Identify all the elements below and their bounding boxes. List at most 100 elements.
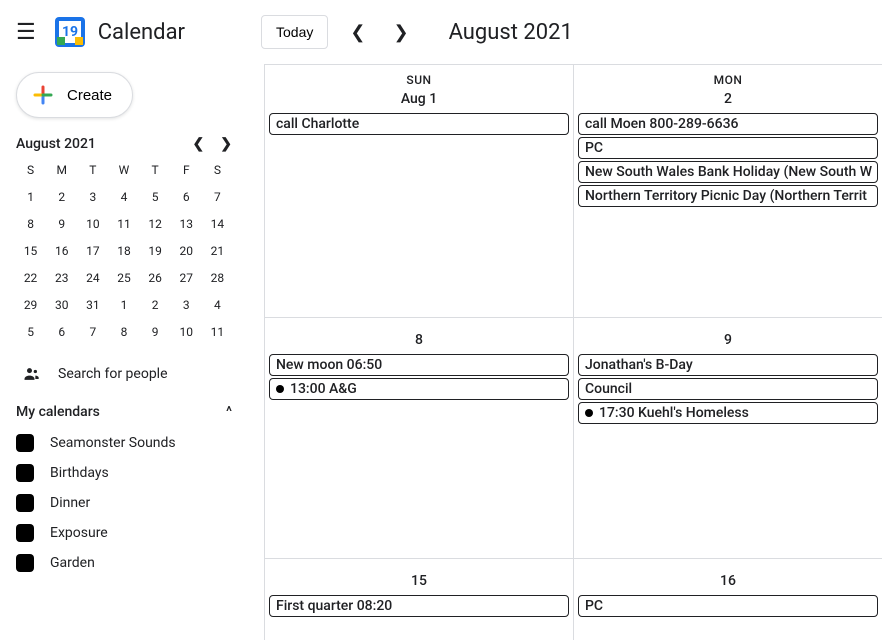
calendar-checkbox[interactable]: [16, 524, 34, 542]
mini-day[interactable]: 20: [172, 241, 201, 261]
day-cell[interactable]: MON2call Moen 800-289-6636PCNew South Wa…: [573, 65, 882, 317]
my-calendars-header[interactable]: My calendars ^: [16, 404, 232, 420]
mini-day[interactable]: 1: [109, 295, 138, 315]
mini-day[interactable]: 4: [109, 187, 138, 207]
mini-day[interactable]: 6: [47, 322, 76, 342]
calendar-item[interactable]: Birthdays: [16, 458, 232, 488]
mini-day[interactable]: 24: [78, 268, 107, 288]
mini-day[interactable]: 26: [141, 268, 170, 288]
mini-dow: S: [203, 160, 232, 180]
current-month-title: August 2021: [449, 20, 573, 45]
day-number[interactable]: 8: [269, 332, 569, 348]
mini-day[interactable]: 5: [141, 187, 170, 207]
calendar-event[interactable]: New moon 06:50: [269, 354, 569, 376]
mini-day[interactable]: 31: [78, 295, 107, 315]
calendar-item[interactable]: Dinner: [16, 488, 232, 518]
day-number[interactable]: 15: [269, 573, 569, 589]
calendar-event[interactable]: Council: [578, 378, 878, 400]
prev-period-button[interactable]: ❮: [344, 16, 371, 49]
day-number[interactable]: 16: [578, 573, 878, 589]
mini-day[interactable]: 1: [16, 187, 45, 207]
mini-day[interactable]: 23: [47, 268, 76, 288]
mini-next-button[interactable]: ❯: [220, 136, 232, 152]
header: ☰ 19 Calendar Today ❮ ❯ August 2021: [0, 0, 882, 64]
mini-day[interactable]: 17: [78, 241, 107, 261]
app-title: Calendar: [98, 20, 185, 45]
calendar-item[interactable]: Exposure: [16, 518, 232, 548]
mini-day[interactable]: 29: [16, 295, 45, 315]
day-cell[interactable]: 8 New moon 06:5013:00 A&G: [264, 318, 573, 558]
mini-prev-button[interactable]: ❮: [193, 136, 205, 152]
calendar-event[interactable]: First quarter 08:20: [269, 595, 569, 617]
day-cell[interactable]: 15 First quarter 08:20: [264, 559, 573, 640]
mini-day[interactable]: 27: [172, 268, 201, 288]
calendar-event[interactable]: Northern Territory Picnic Day (Northern …: [578, 185, 878, 207]
calendar-event[interactable]: New South Wales Bank Holiday (New South …: [578, 161, 878, 183]
mini-day[interactable]: 7: [203, 187, 232, 207]
mini-day[interactable]: 12: [141, 214, 170, 234]
mini-day[interactable]: 2: [47, 187, 76, 207]
calendar-item[interactable]: Garden: [16, 548, 232, 578]
mini-day[interactable]: 21: [203, 241, 232, 261]
mini-day[interactable]: 9: [141, 322, 170, 342]
mini-day[interactable]: 10: [78, 214, 107, 234]
mini-day[interactable]: 16: [47, 241, 76, 261]
calendar-grid: SUNAug 1call CharlotteMON2call Moen 800-…: [248, 64, 882, 640]
svg-text:19: 19: [62, 24, 78, 40]
hamburger-icon[interactable]: ☰: [16, 20, 36, 45]
day-cell[interactable]: 16 PC: [573, 559, 882, 640]
calendar-checkbox[interactable]: [16, 434, 34, 452]
mini-day[interactable]: 15: [16, 241, 45, 261]
day-number[interactable]: Aug 1: [269, 91, 569, 107]
day-number[interactable]: 9: [578, 332, 878, 348]
mini-day[interactable]: 11: [203, 322, 232, 342]
mini-day[interactable]: 14: [203, 214, 232, 234]
calendar-logo: 19: [52, 14, 88, 50]
mini-day[interactable]: 5: [16, 322, 45, 342]
day-cell[interactable]: SUNAug 1call Charlotte: [264, 65, 573, 317]
mini-day[interactable]: 18: [109, 241, 138, 261]
calendar-checkbox[interactable]: [16, 554, 34, 572]
calendar-event[interactable]: 13:00 A&G: [269, 378, 569, 400]
mini-day[interactable]: 11: [109, 214, 138, 234]
mini-day[interactable]: 3: [78, 187, 107, 207]
mini-month-label: August 2021: [16, 136, 96, 152]
search-people[interactable]: Search for people: [16, 364, 232, 384]
mini-day[interactable]: 8: [109, 322, 138, 342]
calendar-label: Garden: [50, 555, 95, 571]
mini-day[interactable]: 2: [141, 295, 170, 315]
create-button[interactable]: Create: [16, 72, 133, 118]
calendar-event[interactable]: 17:30 Kuehl's Homeless: [578, 402, 878, 424]
calendar-event[interactable]: PC: [578, 137, 878, 159]
day-number[interactable]: 2: [578, 91, 878, 107]
next-period-button[interactable]: ❯: [387, 16, 414, 49]
mini-day[interactable]: 13: [172, 214, 201, 234]
mini-day[interactable]: 10: [172, 322, 201, 342]
people-icon: [22, 364, 42, 384]
mini-dow: F: [172, 160, 201, 180]
calendar-event[interactable]: call Moen 800-289-6636: [578, 113, 878, 135]
plus-icon: [31, 83, 55, 107]
calendar-checkbox[interactable]: [16, 494, 34, 512]
calendar-list: Seamonster Sounds BirthdaysDinnerExposure…: [16, 428, 232, 578]
mini-day[interactable]: 7: [78, 322, 107, 342]
mini-day[interactable]: 9: [47, 214, 76, 234]
calendar-event[interactable]: call Charlotte: [269, 113, 569, 135]
mini-day[interactable]: 28: [203, 268, 232, 288]
mini-day[interactable]: 4: [203, 295, 232, 315]
calendar-label: Seamonster Sounds: [50, 435, 176, 451]
my-calendars-label: My calendars: [16, 404, 100, 420]
today-button[interactable]: Today: [261, 15, 328, 49]
mini-day[interactable]: 19: [141, 241, 170, 261]
mini-day[interactable]: 25: [109, 268, 138, 288]
mini-day[interactable]: 3: [172, 295, 201, 315]
day-cell[interactable]: 9 Jonathan's B-DayCouncil17:30 Kuehl's Ho…: [573, 318, 882, 558]
calendar-item[interactable]: Seamonster Sounds: [16, 428, 232, 458]
calendar-event[interactable]: PC: [578, 595, 878, 617]
calendar-event[interactable]: Jonathan's B-Day: [578, 354, 878, 376]
calendar-checkbox[interactable]: [16, 464, 34, 482]
mini-day[interactable]: 22: [16, 268, 45, 288]
mini-day[interactable]: 8: [16, 214, 45, 234]
mini-day[interactable]: 30: [47, 295, 76, 315]
mini-day[interactable]: 6: [172, 187, 201, 207]
